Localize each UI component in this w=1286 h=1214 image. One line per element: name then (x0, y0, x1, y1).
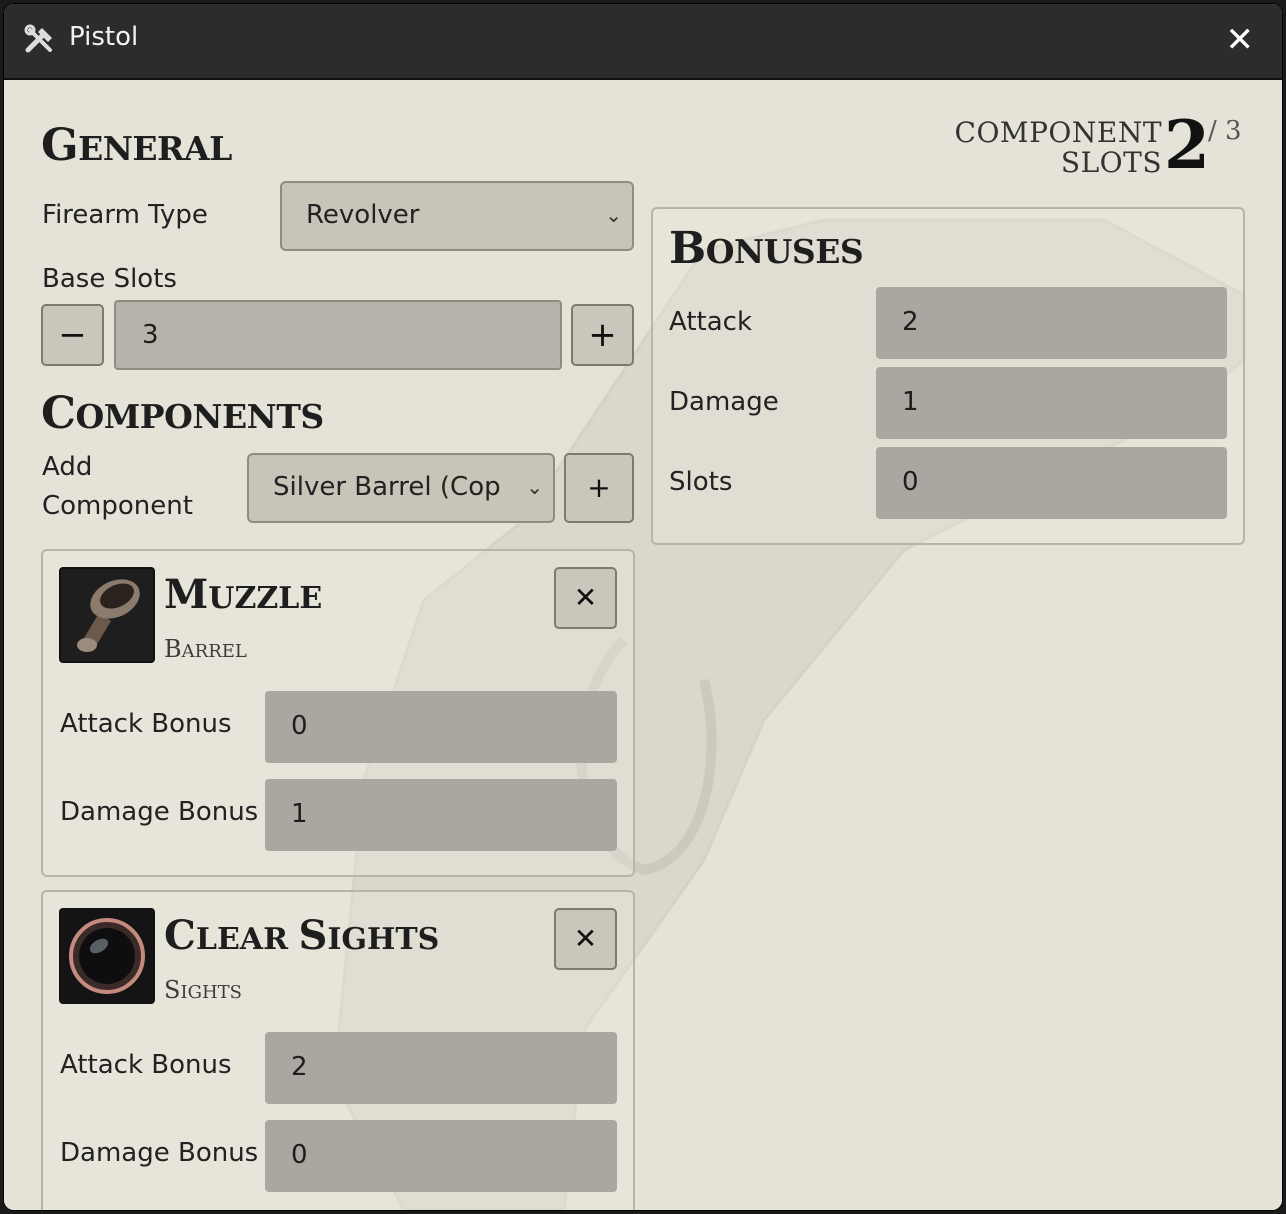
component-slots-label-line1: COMPONENT (954, 116, 1162, 149)
component-name-initial: C (164, 912, 196, 959)
attack-bonus-label: Attack Bonus (60, 709, 232, 739)
components-heading-rest: omponents (75, 397, 325, 436)
chevron-down-icon: ⌄ (605, 203, 622, 227)
damage-bonus-input[interactable]: 0 (265, 1120, 617, 1192)
general-heading: General (41, 120, 232, 171)
bonuses-heading-rest: onuses (705, 232, 864, 271)
add-component-label-line2: Component (42, 491, 193, 521)
chevron-down-icon: ⌄ (526, 475, 543, 499)
attack-bonus-label: Attack Bonus (60, 1050, 232, 1080)
component-name-initial: M (164, 571, 209, 618)
firearm-type-value: Revolver (306, 200, 420, 230)
component-name: Clear Sights (164, 912, 439, 959)
add-component-select[interactable]: Silver Barrel (Cop ⌄ (247, 453, 555, 523)
component-type-initial: S (164, 976, 181, 1004)
sheet-window: Pistol ✕ General Firearm Type Revolver ⌄… (4, 4, 1282, 1210)
general-heading-initial: G (41, 120, 79, 171)
component-type: Barrel (164, 635, 247, 663)
window-title: Pistol (69, 22, 139, 52)
base-slots-label: Base Slots (42, 264, 177, 294)
decrease-base-slots-button[interactable]: − (41, 304, 104, 366)
sights-lens-icon (59, 908, 155, 1004)
component-slots-label-line2: SLOTS (1060, 146, 1162, 179)
component-name-rest: ights (327, 922, 440, 957)
firearm-type-select[interactable]: Revolver ⌄ (280, 181, 634, 251)
crossed-tools-icon (24, 24, 56, 56)
component-card-clear-sights: Clear Sights Sights ✕ Attack Bonus 2 Dam… (41, 890, 635, 1210)
remove-component-button[interactable]: ✕ (554, 567, 617, 629)
damage-bonus-input[interactable]: 1 (265, 779, 617, 851)
add-component-button[interactable]: + (564, 453, 634, 523)
bonus-attack-input[interactable]: 2 (876, 287, 1227, 359)
component-type-initial: B (164, 635, 182, 663)
close-window-button[interactable]: ✕ (1226, 20, 1255, 60)
component-slots-used: 2 (1164, 106, 1210, 184)
add-component-label-line1: Add (42, 452, 93, 482)
components-heading: Components (41, 388, 324, 439)
bonus-slots-label: Slots (669, 467, 733, 497)
component-type: Sights (164, 976, 242, 1004)
muzzle-icon (59, 567, 155, 663)
bonus-attack-label: Attack (669, 307, 753, 337)
firearm-type-label: Firearm Type (42, 200, 208, 230)
damage-bonus-label: Damage Bonus (60, 1138, 259, 1168)
component-card-muzzle: Muzzle Barrel ✕ Attack Bonus 0 Damage Bo… (41, 549, 635, 877)
title-bar[interactable]: Pistol ✕ (4, 4, 1282, 80)
component-name: Muzzle (164, 571, 322, 618)
sheet-content: General Firearm Type Revolver ⌄ Base Slo… (4, 80, 1282, 1210)
component-name-part: lear (195, 922, 299, 957)
remove-component-button[interactable]: ✕ (554, 908, 617, 970)
damage-bonus-label: Damage Bonus (60, 797, 259, 827)
component-slots-max: / 3 (1208, 116, 1242, 146)
component-slots-label: COMPONENT SLOTS (904, 118, 1162, 178)
bonus-damage-input[interactable]: 1 (876, 367, 1227, 439)
base-slots-input[interactable]: 3 (114, 300, 562, 370)
bonuses-heading: Bonuses (669, 223, 864, 274)
bonus-damage-label: Damage (669, 387, 779, 417)
component-type-rest: arrel (181, 641, 247, 662)
bonuses-panel: Bonuses Attack 2 Damage 1 Slots 0 (651, 207, 1245, 545)
component-name-rest: uzzle (208, 581, 323, 616)
increase-base-slots-button[interactable]: + (571, 304, 634, 366)
attack-bonus-input[interactable]: 2 (265, 1032, 617, 1104)
bonus-slots-input[interactable]: 0 (876, 447, 1227, 519)
attack-bonus-input[interactable]: 0 (265, 691, 617, 763)
add-component-select-value: Silver Barrel (Cop (273, 472, 501, 502)
general-heading-rest: eneral (78, 129, 232, 168)
component-name-second-initial: S (298, 912, 328, 959)
bonuses-heading-initial: B (669, 223, 706, 274)
components-heading-initial: C (41, 388, 76, 439)
component-type-rest: ights (180, 982, 242, 1003)
